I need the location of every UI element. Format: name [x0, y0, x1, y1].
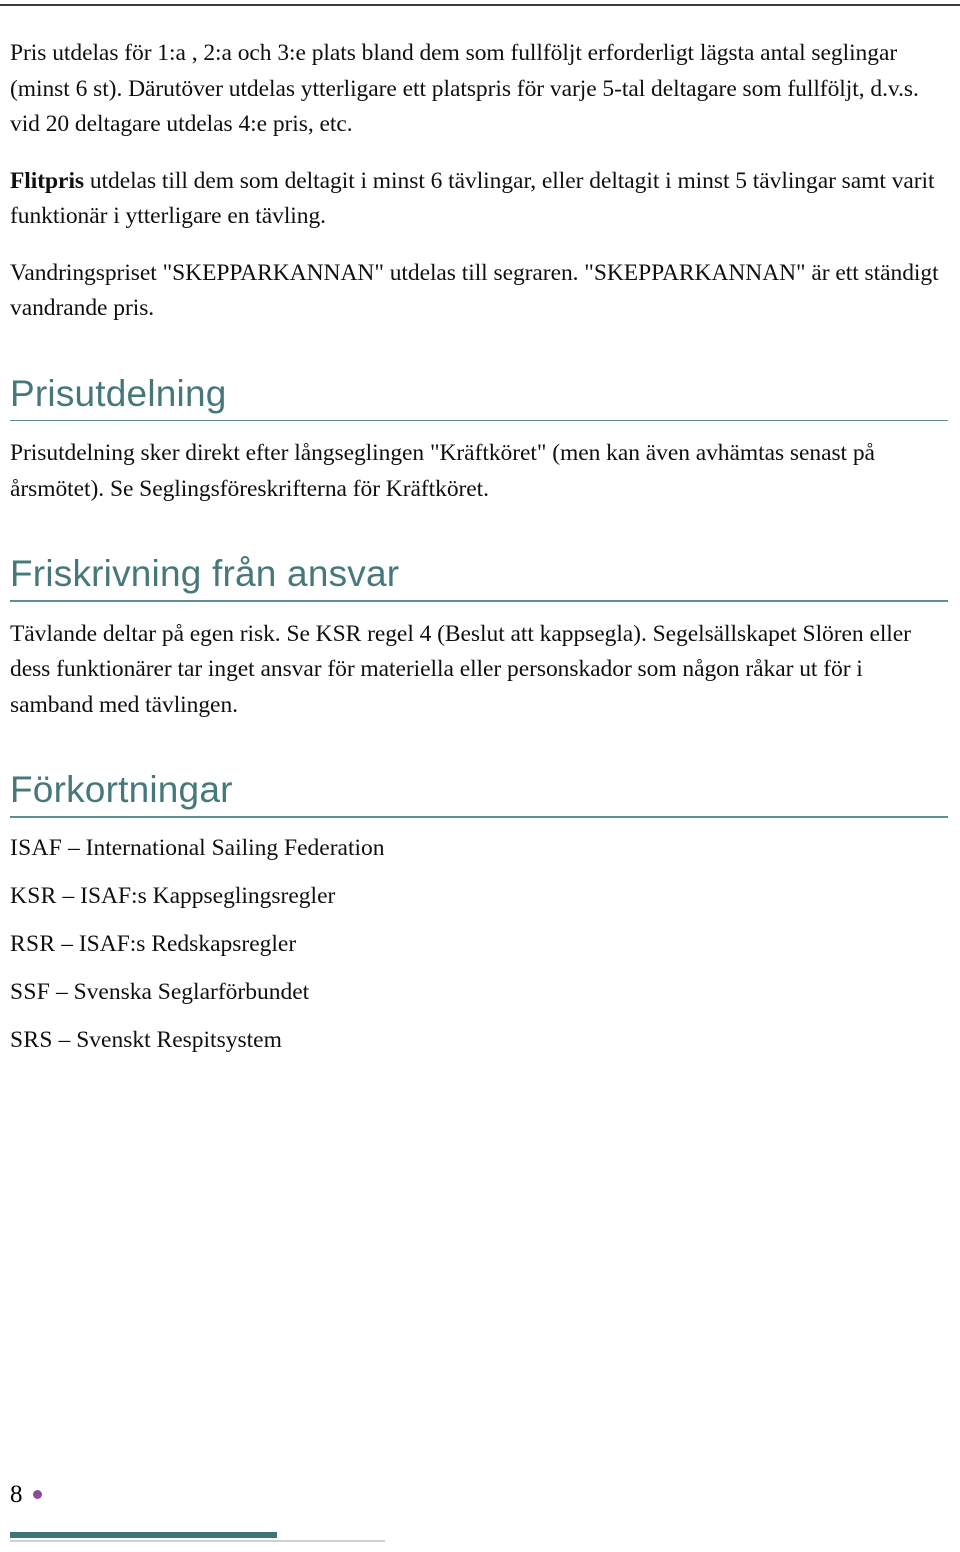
abbrev-definition: Svenskt Respitsystem — [76, 1026, 282, 1053]
abbreviation-list: ISAF – International Sailing Federation … — [10, 833, 948, 1055]
abbrev-definition: International Sailing Federation — [85, 834, 385, 861]
heading-prisutdelning: Prisutdelning — [10, 372, 227, 414]
page-number-row: 8 — [10, 1482, 42, 1507]
heading-friskrivning: Friskrivning från ansvar — [10, 553, 400, 595]
flitpris-rest: utdelas till dem som deltagit i minst 6 … — [10, 167, 935, 230]
heading-forkortningar: Förkortningar — [10, 769, 233, 811]
list-item: KSR – ISAF:s Kappseglingsregler — [10, 881, 948, 911]
paragraph-vandringspriset: Vandringspriset "SKEPPARKANNAN" utdelas … — [10, 259, 939, 322]
document-page: Pris utdelas för 1:a , 2:a och 3:e plats… — [0, 0, 960, 1552]
footer-accent-bar — [10, 1532, 277, 1538]
heading-rule-forkortningar — [10, 816, 948, 818]
abbrev-separator: – — [50, 978, 74, 1005]
abbrev-term: RSR — [10, 930, 56, 957]
list-item: ISAF – International Sailing Federation — [10, 833, 948, 863]
abbrev-definition: Svenska Seglarförbundet — [73, 978, 310, 1005]
list-item: RSR – ISAF:s Redskapsregler — [10, 929, 948, 959]
heading-rule-friskrivning — [10, 600, 948, 602]
abbrev-separator: – — [55, 930, 79, 957]
list-item: SRS – Svenskt Respitsystem — [10, 1025, 948, 1055]
abbrev-definition: ISAF:s Redskapsregler — [78, 930, 297, 957]
list-item: SSF – Svenska Seglarförbundet — [10, 977, 948, 1007]
bullet-dot-icon — [32, 1490, 42, 1499]
paragraph-friskrivning: Tävlande deltar på egen risk. Se KSR reg… — [10, 620, 911, 718]
abbrev-definition: ISAF:s Kappseglingsregler — [80, 882, 336, 909]
paragraph-flitpris: Flitpris utdelas till dem som deltagit i… — [10, 164, 948, 235]
page-number: 8 — [10, 1481, 23, 1508]
paragraph-prisutdelning: Prisutdelning sker direkt efter långsegl… — [10, 440, 875, 502]
section-prisutdelning: Prisutdelning Prisutdelning sker direkt … — [10, 372, 948, 508]
abbrev-term: KSR — [10, 882, 57, 909]
abbrev-term: ISAF — [10, 834, 63, 861]
abbrev-separator: – — [62, 834, 86, 861]
abbrev-term: SRS — [10, 1026, 53, 1053]
abbrev-separator: – — [56, 882, 81, 909]
footer-thin-rule — [10, 1540, 385, 1542]
abbrev-term: SSF — [10, 978, 51, 1005]
flitpris-lead: Flitpris — [10, 167, 85, 194]
page-footer: 8 — [10, 1440, 960, 1552]
page-top-rule — [0, 4, 960, 6]
abbrev-separator: – — [52, 1026, 77, 1053]
document-content: Pris utdelas för 1:a , 2:a och 3:e plats… — [10, 36, 948, 1073]
section-friskrivning: Friskrivning från ansvar Tävlande deltar… — [10, 552, 948, 723]
heading-rule-prisutdelning — [10, 419, 948, 422]
paragraph-prizes: Pris utdelas för 1:a , 2:a och 3:e plats… — [10, 40, 919, 137]
section-forkortningar: Förkortningar ISAF – International Saili… — [10, 768, 948, 1055]
